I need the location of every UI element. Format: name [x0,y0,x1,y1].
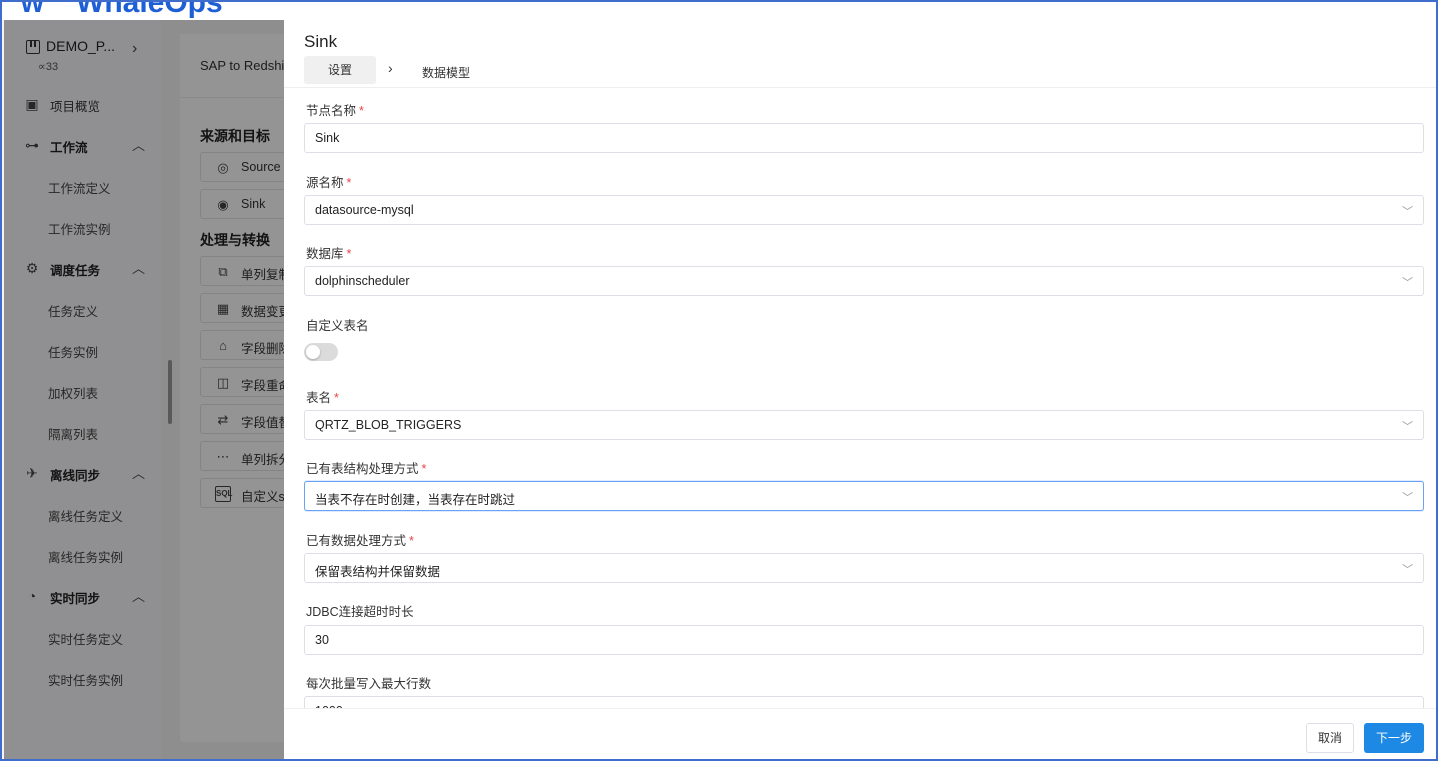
batch-rows-label: 每次批量写入最大行数 [306,677,432,691]
top-bar: W WhaleOps [2,2,1436,20]
drawer-title: Sink [304,32,338,51]
sink-config-drawer: Sink 设置 › 数据模型 节点名称 * Sink 源名称 * datasourc… [284,20,1436,759]
logo-icon: W [20,2,45,18]
toggle-knob [306,345,320,359]
chevron-down-icon: ﹀ [1402,564,1413,576]
node-name-value: Sink [315,131,340,145]
database-label: 数据库 * [306,247,352,261]
source-name-label: 源名称 * [306,176,352,190]
data-mode-label: 已有数据处理方式 * [306,534,414,548]
app-logo: WhaleOps [76,2,223,19]
sink-form: 节点名称 * Sink 源名称 * datasource-mysql ﹀ 数据库 * … [304,88,1424,708]
table-name-select[interactable]: QRTZ_BLOB_TRIGGERS ﹀ [304,410,1424,440]
chevron-down-icon: ﹀ [1402,206,1413,218]
cancel-button[interactable]: 取消 [1306,723,1354,753]
schema-mode-select[interactable]: 当表不存在时创建，当表存在时跳过 ﹀ [304,481,1424,511]
jdbc-timeout-value: 30 [315,633,329,647]
source-name-value: datasource-mysql [315,203,414,217]
node-name-label: 节点名称 * [306,104,364,118]
chevron-down-icon: ﹀ [1402,492,1413,504]
database-value: dolphinscheduler [315,274,410,288]
step-settings[interactable]: 设置 [304,56,376,84]
custom-table-label: 自定义表名 [306,319,369,333]
database-select[interactable]: dolphinscheduler ﹀ [304,266,1424,296]
source-name-select[interactable]: datasource-mysql ﹀ [304,195,1424,225]
batch-rows-input[interactable]: 1000 [304,696,1424,708]
step-data-model[interactable]: 数据模型 [422,64,470,81]
app-frame: W WhaleOps DEMO_P... ∝33 › ▣ 项目概览 ⊶ 工作流 … [0,0,1438,761]
node-name-input[interactable]: Sink [304,123,1424,153]
table-name-value: QRTZ_BLOB_TRIGGERS [315,418,462,432]
custom-table-toggle[interactable] [304,343,338,361]
chevron-down-icon: ﹀ [1402,277,1413,289]
schema-mode-value: 当表不存在时创建，当表存在时跳过 [315,493,516,507]
data-mode-value: 保留表结构并保留数据 [315,565,441,579]
data-mode-select[interactable]: 保留表结构并保留数据 ﹀ [304,553,1424,583]
jdbc-timeout-input[interactable]: 30 [304,625,1424,655]
drawer-footer: 取消 下一步 [284,708,1436,759]
chevron-down-icon: ﹀ [1402,421,1413,433]
chevron-right-icon: › [388,60,393,76]
table-name-label: 表名 * [306,391,339,405]
jdbc-timeout-label: JDBC连接超时时长 [306,605,414,619]
schema-mode-label: 已有表结构处理方式 * [306,462,427,476]
modal-overlay[interactable] [4,20,284,759]
next-step-button[interactable]: 下一步 [1364,723,1424,753]
